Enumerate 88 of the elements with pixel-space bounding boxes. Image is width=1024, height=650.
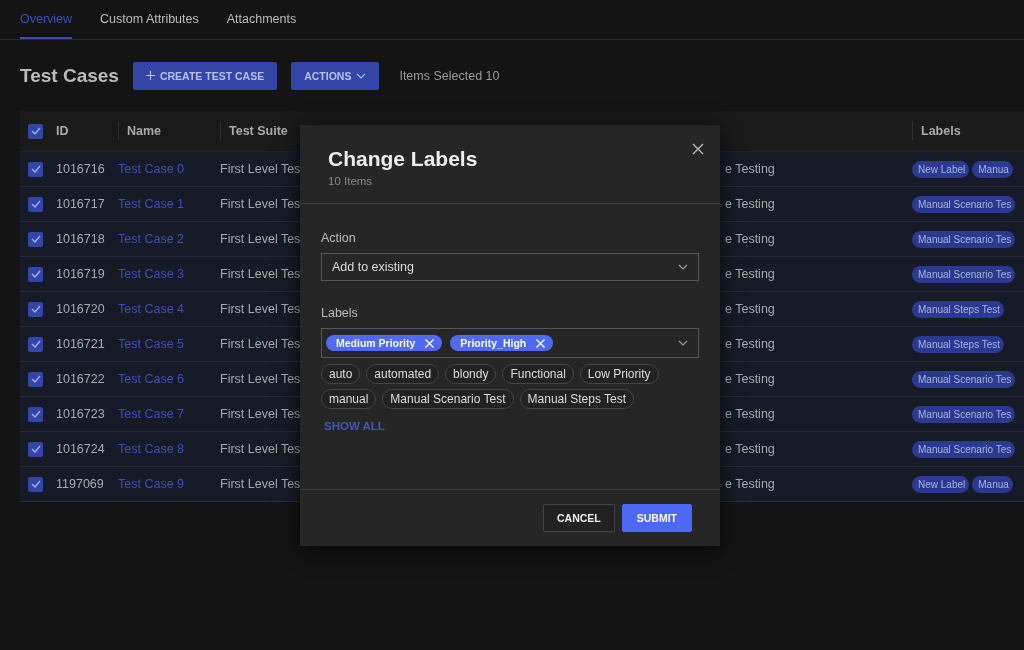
table-cell: First Level Tes	[220, 232, 298, 246]
selected-label-chip: Medium Priority	[326, 335, 443, 351]
label-option[interactable]: Manual Scenario Test	[382, 389, 514, 409]
table-cell: First Level Tes	[220, 477, 298, 491]
label-option[interactable]: blondy	[445, 364, 497, 384]
table-cell-text: 1016720	[56, 302, 106, 316]
label-tag: Manual Scenario Tes	[912, 440, 1016, 458]
action-select[interactable]: Add to existing	[321, 253, 699, 281]
label-tag: Manual Scenario Tes	[912, 265, 1016, 283]
label-tag: Manual Scenario Tes	[912, 230, 1016, 248]
checkbox[interactable]	[28, 123, 43, 139]
table-cell-text: e Testing	[725, 372, 776, 386]
table-cell-text: e Testing	[725, 477, 776, 491]
table-cell: First Level Tes	[220, 197, 298, 211]
label-option[interactable]: Manual Steps Test	[519, 389, 635, 409]
label-option[interactable]: manual	[321, 389, 377, 409]
cancel-button[interactable]: CANCEL	[543, 504, 615, 532]
dialog-subtitle: 10 Items	[328, 175, 373, 187]
table-cell-text: e Testing	[725, 197, 776, 211]
label-tag: Manual Scenario Tes	[912, 370, 1016, 388]
label-tag: Manual Scenario Tes	[912, 195, 1016, 213]
label-tag: Manual Steps Test	[912, 300, 1005, 318]
actions-button[interactable]: ACTIONS	[291, 61, 380, 90]
chevron-down-icon	[356, 72, 367, 79]
checkbox[interactable]	[28, 196, 43, 212]
table-cell-text: 1016724	[56, 442, 106, 456]
page-title: Test Cases	[20, 64, 119, 87]
label-option[interactable]: Low Priority	[579, 364, 659, 384]
column-header[interactable]: Test Suite	[220, 122, 288, 140]
table-cell-text: e Testing	[725, 162, 776, 176]
column-header[interactable]: ID	[56, 124, 118, 138]
dialog-title: Change Labels	[328, 147, 479, 171]
table-cell-text: 1197069	[56, 477, 105, 491]
label-option[interactable]: automated	[366, 364, 440, 384]
table-cell-text: 1016721	[56, 337, 106, 351]
table-cell-text: e Testing	[725, 407, 776, 421]
table-cell: First Level Tes	[220, 302, 298, 316]
table-cell-text: 1016723	[56, 407, 106, 421]
table-cell-text: e Testing	[725, 337, 776, 351]
table-cell: First Level Tes	[220, 442, 298, 456]
table-cell-text: e Testing	[725, 267, 776, 281]
checkbox[interactable]	[28, 406, 43, 422]
close-icon[interactable]	[692, 143, 704, 155]
table-cell-text: 1016718	[56, 232, 106, 246]
plus-icon	[145, 71, 155, 80]
table-cell-text: 1016717	[56, 197, 106, 211]
label-tag: Manual Steps Test	[912, 335, 1005, 353]
table-cell-text: e Testing	[725, 442, 776, 456]
table-cell: First Level Tes	[220, 407, 298, 421]
remove-icon[interactable]	[536, 338, 546, 348]
checkbox[interactable]	[28, 161, 43, 177]
label-option[interactable]: Functional	[502, 364, 574, 384]
create-test-case-button[interactable]: CREATE TEST CASE	[132, 61, 278, 90]
table-cell: First Level Tes	[220, 267, 298, 281]
selected-label-chip: Priority_High	[450, 335, 554, 351]
tab[interactable]: Custom Attributes	[100, 0, 199, 39]
label-tag: New Label	[912, 475, 970, 493]
label-tag: Manua	[972, 475, 1013, 493]
tab[interactable]: Attachments	[226, 0, 297, 39]
labels-select[interactable]: Medium Priority Priority_High	[321, 328, 699, 358]
table-cell-text: e Testing	[725, 302, 776, 316]
label-tag: New Label	[912, 160, 970, 178]
label-tag: Manual Scenario Tes	[912, 405, 1016, 423]
checkbox[interactable]	[28, 266, 43, 282]
table-cell: First Level Tes	[220, 337, 298, 351]
checkbox[interactable]	[28, 476, 43, 492]
table-cell-text: e Testing	[725, 232, 776, 246]
checkbox[interactable]	[28, 336, 43, 352]
field-label: Action	[321, 231, 356, 245]
checkbox[interactable]	[28, 441, 43, 457]
column-header[interactable]: Name	[118, 122, 162, 140]
table-cell-text: 1016722	[56, 372, 106, 386]
label-option[interactable]: auto	[321, 364, 361, 384]
selection-info: Items Selected 10	[399, 68, 500, 83]
field-label: Labels	[321, 306, 358, 320]
table-cell: First Level Tes	[220, 162, 298, 176]
table-cell-text: 1016716	[56, 162, 106, 176]
table-cell: First Level Tes	[220, 372, 298, 386]
chevron-down-icon	[678, 264, 688, 270]
remove-icon[interactable]	[425, 338, 435, 348]
column-header[interactable]: Labels	[912, 122, 961, 140]
label-tag: Manua	[972, 160, 1013, 178]
checkbox[interactable]	[28, 231, 43, 247]
chevron-down-icon	[678, 340, 688, 346]
submit-button[interactable]: SUBMIT	[621, 504, 692, 532]
checkbox[interactable]	[28, 301, 43, 317]
table-cell-text: 1016719	[56, 267, 106, 281]
checkbox[interactable]	[28, 371, 43, 387]
